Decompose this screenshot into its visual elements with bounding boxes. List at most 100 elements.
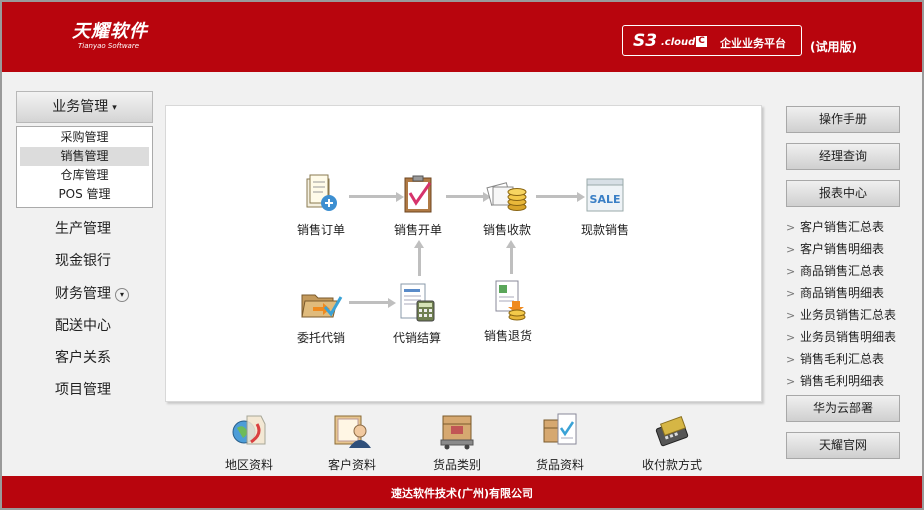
flow-node-sales-return[interactable]: 销售退货: [468, 279, 548, 344]
customer-icon: [332, 410, 372, 450]
quick-link-goods-category[interactable]: 货品类别: [417, 410, 497, 473]
flow-connector: [510, 246, 513, 274]
report-link-goods-summary[interactable]: > 商品销售汇总表: [786, 260, 916, 282]
consignment-icon: [299, 281, 343, 325]
report-link-margin-detail[interactable]: > 销售毛利明细表: [786, 370, 916, 392]
report-link-label: 商品销售明细表: [800, 286, 885, 300]
report-link-customer-detail[interactable]: > 客户销售明细表: [786, 238, 916, 260]
menu-item-finance[interactable]: 财务管理 ▾: [55, 284, 129, 304]
flow-node-sales-order[interactable]: 销售订单: [281, 173, 361, 238]
report-link-label: 业务员销售汇总表: [800, 308, 897, 322]
menu-item-cash-bank[interactable]: 现金银行: [55, 251, 111, 271]
flow-node-label: 销售收款: [482, 223, 531, 237]
expand-circle-icon: ▾: [115, 288, 129, 302]
flow-arrow-up: [506, 240, 516, 248]
cash-sale-icon: SALE: [583, 173, 627, 217]
sales-order-icon: [299, 173, 343, 217]
chevron-right-icon: >: [786, 375, 796, 388]
report-link-label: 商品销售汇总表: [800, 264, 885, 278]
business-management-label: 业务管理: [52, 99, 109, 115]
sales-collection-icon: [485, 173, 529, 217]
app-window: 天耀软件 Tianyao Software S3 .cloud C 企业业务平台…: [0, 0, 924, 510]
quick-link-label: 收付款方式: [641, 458, 702, 472]
submenu-item-sales[interactable]: 销售管理: [20, 147, 149, 166]
flow-arrow-up: [414, 240, 424, 248]
menu-item-finance-label: 财务管理: [55, 286, 111, 302]
manager-query-button[interactable]: 经理查询: [786, 143, 900, 170]
report-list: > 客户销售汇总表 > 客户销售明细表 > 商品销售汇总表 > 商品销售明细表 > 业务员…: [786, 216, 916, 392]
trial-label: (试用版): [810, 40, 857, 54]
menu-item-crm[interactable]: 客户关系: [55, 348, 111, 368]
submenu-item-warehouse[interactable]: 仓库管理: [20, 166, 149, 185]
flow-node-consignment-settlement[interactable]: 代销结算: [377, 281, 457, 346]
report-link-label: 销售毛利汇总表: [800, 352, 885, 366]
menu-item-project[interactable]: 项目管理: [55, 380, 111, 400]
report-link-salesperson-summary[interactable]: > 业务员销售汇总表: [786, 304, 916, 326]
manual-button[interactable]: 操作手册: [786, 106, 900, 133]
report-link-label: 客户销售汇总表: [800, 220, 885, 234]
flow-node-sales-collection[interactable]: 销售收款: [467, 173, 547, 238]
payment-method-icon: [652, 410, 692, 450]
chevron-right-icon: >: [786, 221, 796, 234]
quick-link-label: 货品类别: [432, 458, 481, 472]
double-chevron-down-icon: ▾: [112, 103, 117, 113]
header-bar: 天耀软件 Tianyao Software S3 .cloud C 企业业务平台…: [2, 2, 922, 72]
report-center-button[interactable]: 报表中心: [786, 180, 900, 207]
sales-flow-panel: 销售订单 销售开单 销售收款 SALE 现款销售 委托代销 代销结算 销售退货: [165, 105, 762, 402]
goods-info-icon: [540, 410, 580, 450]
flow-node-label: 销售订单: [296, 223, 345, 237]
flow-node-label: 销售退货: [483, 329, 532, 343]
chevron-right-icon: >: [786, 287, 796, 300]
sales-invoice-icon: [396, 173, 440, 217]
quick-link-label: 客户资料: [327, 458, 376, 472]
brand-c-icon: C: [696, 36, 707, 47]
logo-text: 天耀软件: [72, 21, 148, 42]
footer-bar: 速达软件技术(广州)有限公司: [2, 476, 922, 508]
chevron-right-icon: >: [786, 265, 796, 278]
report-link-label: 业务员销售明细表: [800, 330, 897, 344]
menu-item-production[interactable]: 生产管理: [55, 219, 111, 239]
brand-s3: S3: [633, 31, 658, 51]
flow-node-label: 销售开单: [393, 223, 442, 237]
chevron-right-icon: >: [786, 353, 796, 366]
flow-node-label: 委托代销: [296, 331, 345, 345]
chevron-right-icon: >: [786, 243, 796, 256]
report-link-customer-summary[interactable]: > 客户销售汇总表: [786, 216, 916, 238]
logo-subtext: Tianyao Software: [78, 42, 140, 50]
quick-link-label: 货品资料: [535, 458, 584, 472]
brand-badge: S3 .cloud C 企业业务平台: [622, 25, 802, 56]
chevron-right-icon: >: [786, 331, 796, 344]
brand-platform-text: 企业业务平台: [720, 37, 786, 50]
report-link-label: 客户销售明细表: [800, 242, 885, 256]
business-submenu: 采购管理 销售管理 仓库管理 POS 管理: [16, 126, 153, 208]
huawei-cloud-button[interactable]: 华为云部署: [786, 395, 900, 422]
menu-item-distribution[interactable]: 配送中心: [55, 316, 111, 336]
official-site-button[interactable]: 天耀官网: [786, 432, 900, 459]
flow-node-sales-invoice[interactable]: 销售开单: [378, 173, 458, 238]
logo: 天耀软件 Tianyao Software: [72, 22, 148, 51]
flow-node-label: 代销结算: [392, 331, 441, 345]
consignment-settlement-icon: [395, 281, 439, 325]
submenu-item-purchase[interactable]: 采购管理: [20, 128, 149, 147]
flow-node-cash-sale[interactable]: SALE 现款销售: [565, 173, 645, 238]
brand-cloud: .cloud: [661, 37, 696, 48]
company-name: 速达软件技术(广州)有限公司: [390, 487, 534, 500]
report-link-label: 销售毛利明细表: [800, 374, 885, 388]
report-link-salesperson-detail[interactable]: > 业务员销售明细表: [786, 326, 916, 348]
flow-node-label: 现款销售: [580, 223, 629, 237]
report-link-margin-summary[interactable]: > 销售毛利汇总表: [786, 348, 916, 370]
flow-node-consignment[interactable]: 委托代销: [281, 281, 361, 346]
quick-link-payment-method[interactable]: 收付款方式: [632, 410, 712, 473]
quick-link-goods-info[interactable]: 货品资料: [520, 410, 600, 473]
chevron-right-icon: >: [786, 309, 796, 322]
quick-link-customer[interactable]: 客户资料: [312, 410, 392, 473]
sales-return-icon: [486, 279, 530, 323]
region-icon: [229, 410, 269, 450]
quick-link-region[interactable]: 地区资料: [209, 410, 289, 473]
report-link-goods-detail[interactable]: > 商品销售明细表: [786, 282, 916, 304]
sale-badge: SALE: [590, 193, 621, 206]
goods-category-icon: [437, 410, 477, 450]
submenu-item-pos[interactable]: POS 管理: [20, 185, 149, 204]
flow-connector: [418, 246, 421, 276]
business-management-button[interactable]: 业务管理 ▾: [16, 91, 153, 123]
